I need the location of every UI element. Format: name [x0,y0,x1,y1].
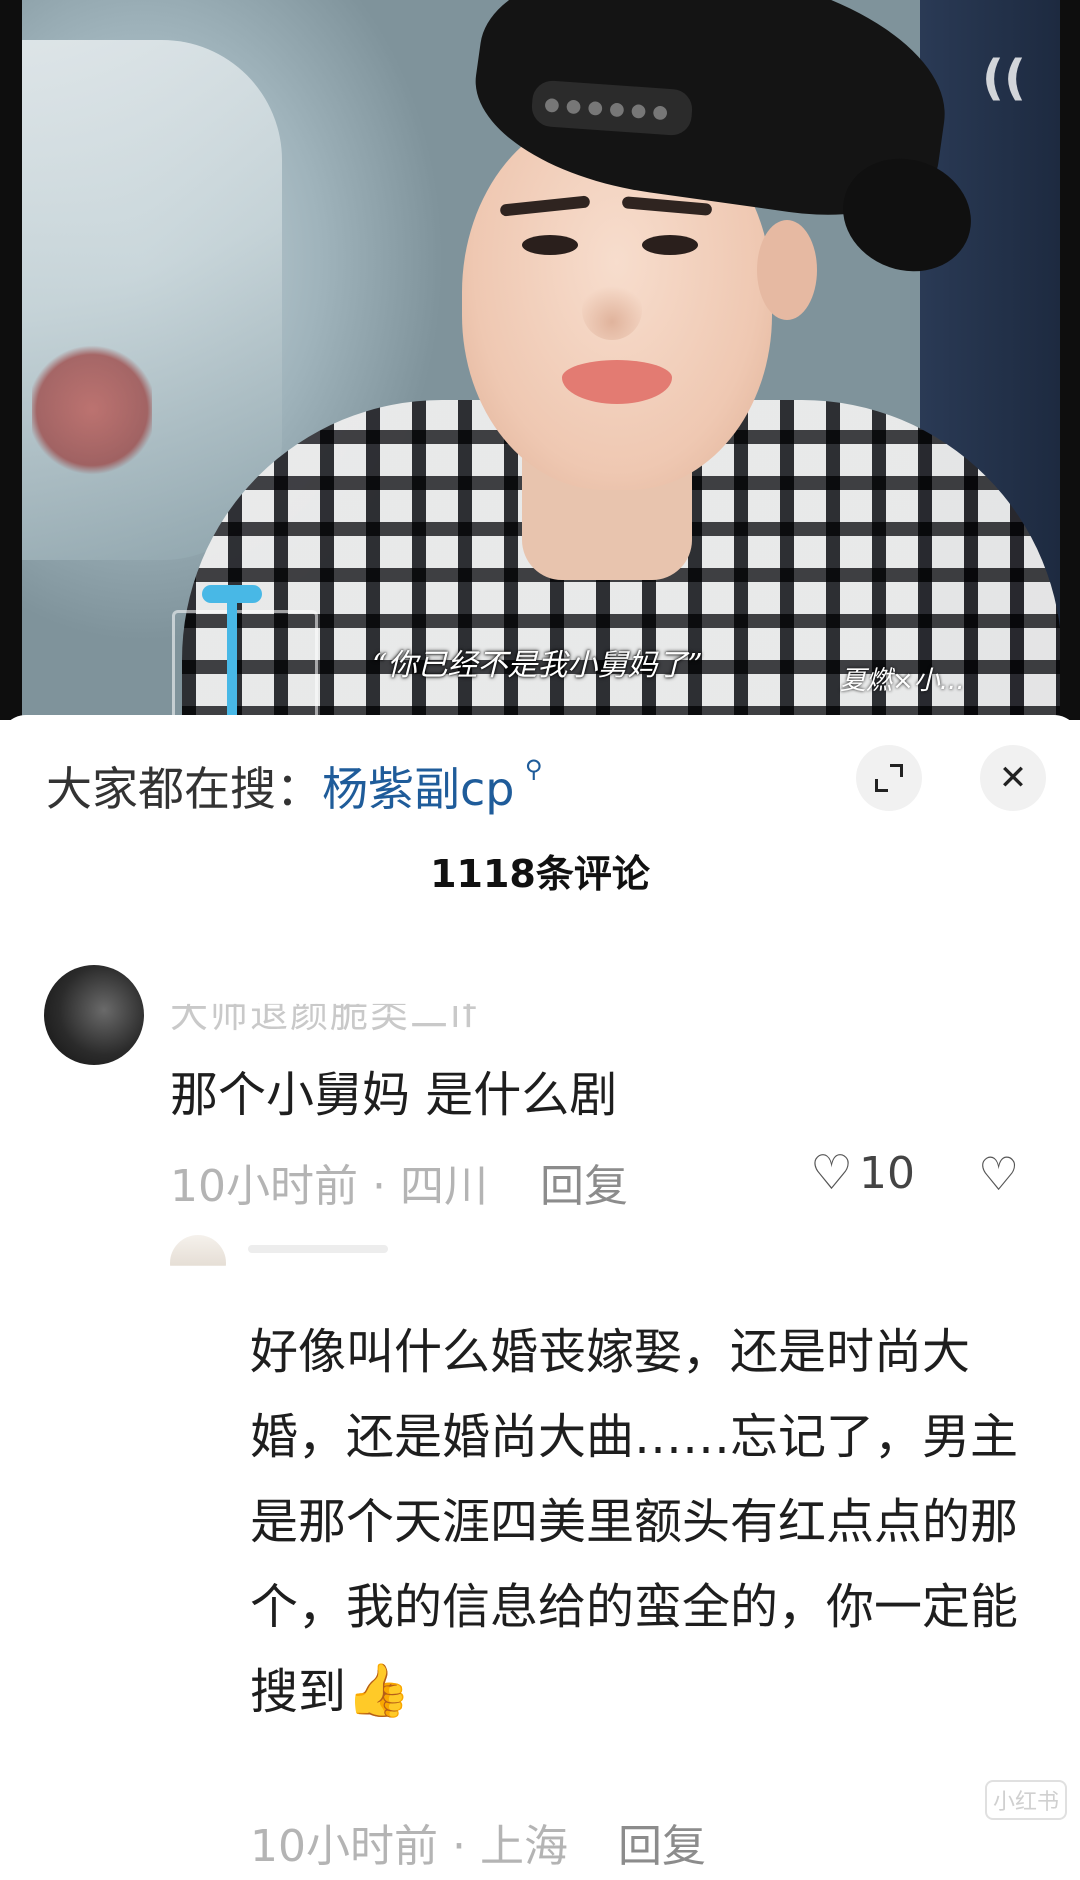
trending-search-prefix: 大家都在搜： [46,762,322,816]
video-frame: ●●●●●● (( [22,0,1060,720]
trending-search[interactable]: 大家都在搜：杨紫副cp ⚲ [46,753,543,819]
comment-meta: 10小时前 · 四川 [170,1161,488,1212]
person-ear [757,220,817,320]
dislike-icon[interactable]: ♡ [978,1147,1019,1201]
person-nose [582,280,642,340]
comment-username[interactable]: 大师退颜脆类二if [170,1004,478,1038]
like-count: 10 [859,1147,916,1199]
background-object [32,340,152,480]
reply-button[interactable]: 回复 [540,1150,628,1214]
app-watermark: 小红书 [985,1780,1068,1820]
video-watermark: 夏燃×小... [840,666,965,696]
video-player[interactable]: ●●●●●● (( “你已经不是我小舅妈了” 夏燃×小... [0,0,1080,720]
expand-button[interactable] [856,745,922,811]
expand-icon [875,764,903,792]
eye-right [642,235,698,255]
close-icon: ✕ [998,758,1028,798]
trending-search-term[interactable]: 杨紫副cp [322,762,515,816]
close-button[interactable]: ✕ [980,745,1046,811]
search-icon[interactable]: ⚲ [525,755,543,783]
avatar[interactable] [170,1235,226,1266]
background-window [22,40,282,560]
comment-count: 1118条评论 [430,852,650,896]
channel-logo-icon: (( [982,50,1026,106]
comment-username[interactable] [248,1245,388,1253]
drinking-straw [227,590,237,720]
reply-comment: 好像叫什么婚丧嫁娶，还是时尚大婚，还是婚尚大曲……忘记了，男主是那个天涯四美里额… [250,1310,1020,1735]
heart-icon: ♡ [810,1145,854,1201]
comment-sheet: 大家都在搜：杨紫副cp ⚲ ✕ 1118条评论 大师退颜脆类二if 那个小舅妈 … [0,715,1080,1880]
video-subtitle: “你已经不是我小舅妈了” [372,648,703,683]
eye-left [522,235,578,255]
like-button[interactable]: ♡ 10 [810,1145,915,1201]
thumbs-up-icon: 👍 [346,1661,411,1721]
drinking-glass [172,610,318,720]
reply-button[interactable]: 回复 [618,1810,706,1874]
avatar[interactable] [44,965,144,1065]
comment-meta: 10小时前 · 上海 [250,1821,568,1872]
comment-text: 那个小舅妈 是什么剧 [170,1067,618,1123]
